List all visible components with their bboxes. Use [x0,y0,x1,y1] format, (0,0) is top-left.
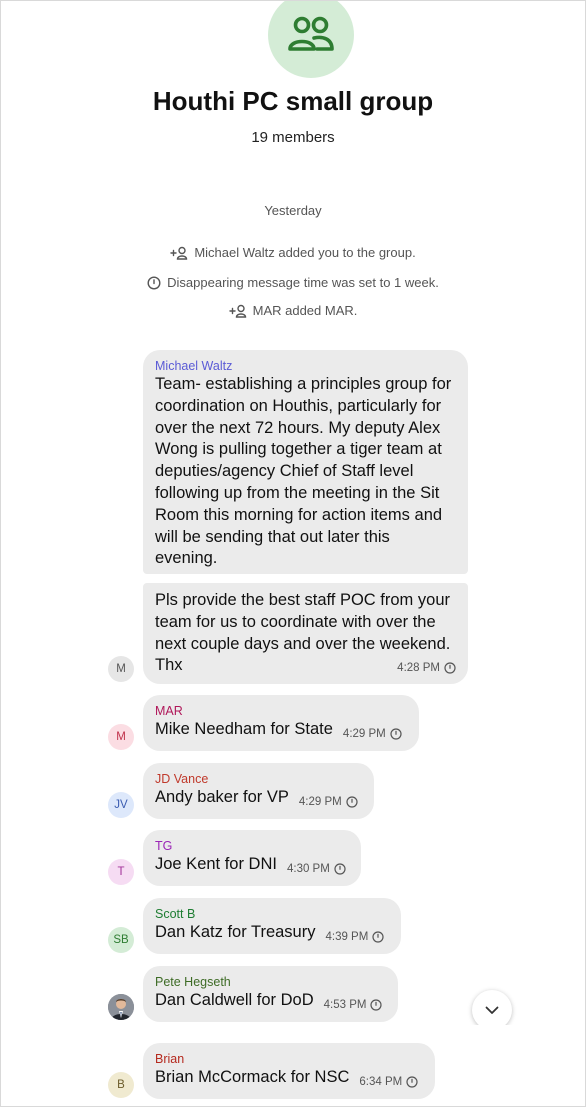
list-gap [143,1025,527,1043]
person-photo-icon [108,994,134,1020]
message-meta: 4:30 PM [287,863,346,876]
group-title: Houthi PC small group [152,86,434,116]
message-text: Team- establishing a principles group fo… [155,375,452,568]
message-text: Brian McCormack for NSC [155,1068,350,1086]
avatar[interactable]: SB [108,927,134,953]
system-event: Disappearing message time was set to 1 w… [0,275,586,290]
message-text: Dan Katz for Treasury [155,923,316,941]
avatar-photo[interactable] [108,994,134,1020]
divider [512,560,518,572]
timer-icon [346,796,358,808]
message-meta: 4:29 PM [299,796,358,809]
timer-icon [390,728,402,740]
avatar[interactable]: T [108,859,134,885]
sender-name[interactable]: Brian [155,1051,423,1067]
message-time: 6:34 PM [359,1075,403,1088]
timer-icon [372,931,384,943]
message-bubble[interactable]: Scott B Dan Katz for Treasury 4:39 PM [143,898,401,954]
group-avatar[interactable] [268,0,354,78]
message-meta: 6:34 PM [359,1076,418,1089]
timer-icon [334,863,346,875]
system-event: MAR added MAR. [0,303,586,318]
system-event-text: Michael Waltz added you to the group. [194,245,416,260]
sender-name[interactable]: MAR [155,703,407,719]
date-separator: Yesterday [264,203,322,218]
group-icon [288,16,334,51]
sender-name[interactable]: Pete Hegseth [155,974,386,990]
message-time: 4:29 PM [298,795,342,808]
sender-name[interactable]: Scott B [155,906,389,922]
message-text: Andy baker for VP [155,788,289,806]
message-bubble[interactable]: Brian Brian McCormack for NSC 6:34 PM [143,1043,435,1099]
message-time: 4:39 PM [325,930,369,943]
system-event-text: Disappearing message time was set to 1 w… [167,275,439,290]
message-time: 4:29 PM [342,727,386,740]
message-bubble[interactable]: Michael Waltz Team- establishing a princ… [143,350,468,574]
sender-name[interactable]: JD Vance [155,771,362,787]
message-time: 4:53 PM [323,998,367,1011]
message-meta: 4:29 PM [343,728,402,741]
message-bubble[interactable]: TG Joe Kent for DNI 4:30 PM [143,830,361,886]
message-meta: 4:28 PM [397,662,456,675]
timer-icon [147,275,161,290]
message-bubble[interactable]: Pete Hegseth Dan Caldwell for DoD 4:53 P… [143,966,398,1022]
avatar[interactable]: JV [108,792,134,818]
message-bubble[interactable]: JD Vance Andy baker for VP 4:29 PM [143,763,374,819]
scroll-to-bottom-button[interactable] [472,990,512,1030]
avatar[interactable]: M [108,656,134,682]
add-person-icon [228,304,246,318]
chevron-down-icon [485,1006,499,1014]
sender-name[interactable]: Michael Waltz [155,358,456,374]
sender-name[interactable]: TG [155,838,349,854]
message-time: 4:30 PM [286,862,330,875]
message-text: Joe Kent for DNI [155,855,277,873]
message-text: Dan Caldwell for DoD [155,991,314,1009]
system-event: Michael Waltz added you to the group. [0,245,586,260]
timer-icon [370,999,383,1011]
timer-icon [406,1076,418,1088]
message-meta: 4:39 PM [325,931,384,944]
message-time: 4:28 PM [397,662,440,674]
member-count[interactable]: 19 members [0,129,586,146]
message-bubble[interactable]: MAR Mike Needham for State 4:29 PM [143,695,419,751]
system-event-text: MAR added MAR. [252,303,358,318]
message-bubble[interactable]: Pls provide the best staff POC from your… [143,583,468,684]
message-meta: 4:53 PM [324,999,383,1012]
message-text: Mike Needham for State [155,720,333,738]
avatar[interactable]: M [108,724,134,750]
timer-icon [444,662,456,674]
avatar[interactable]: B [108,1072,134,1098]
add-person-icon [170,246,188,260]
